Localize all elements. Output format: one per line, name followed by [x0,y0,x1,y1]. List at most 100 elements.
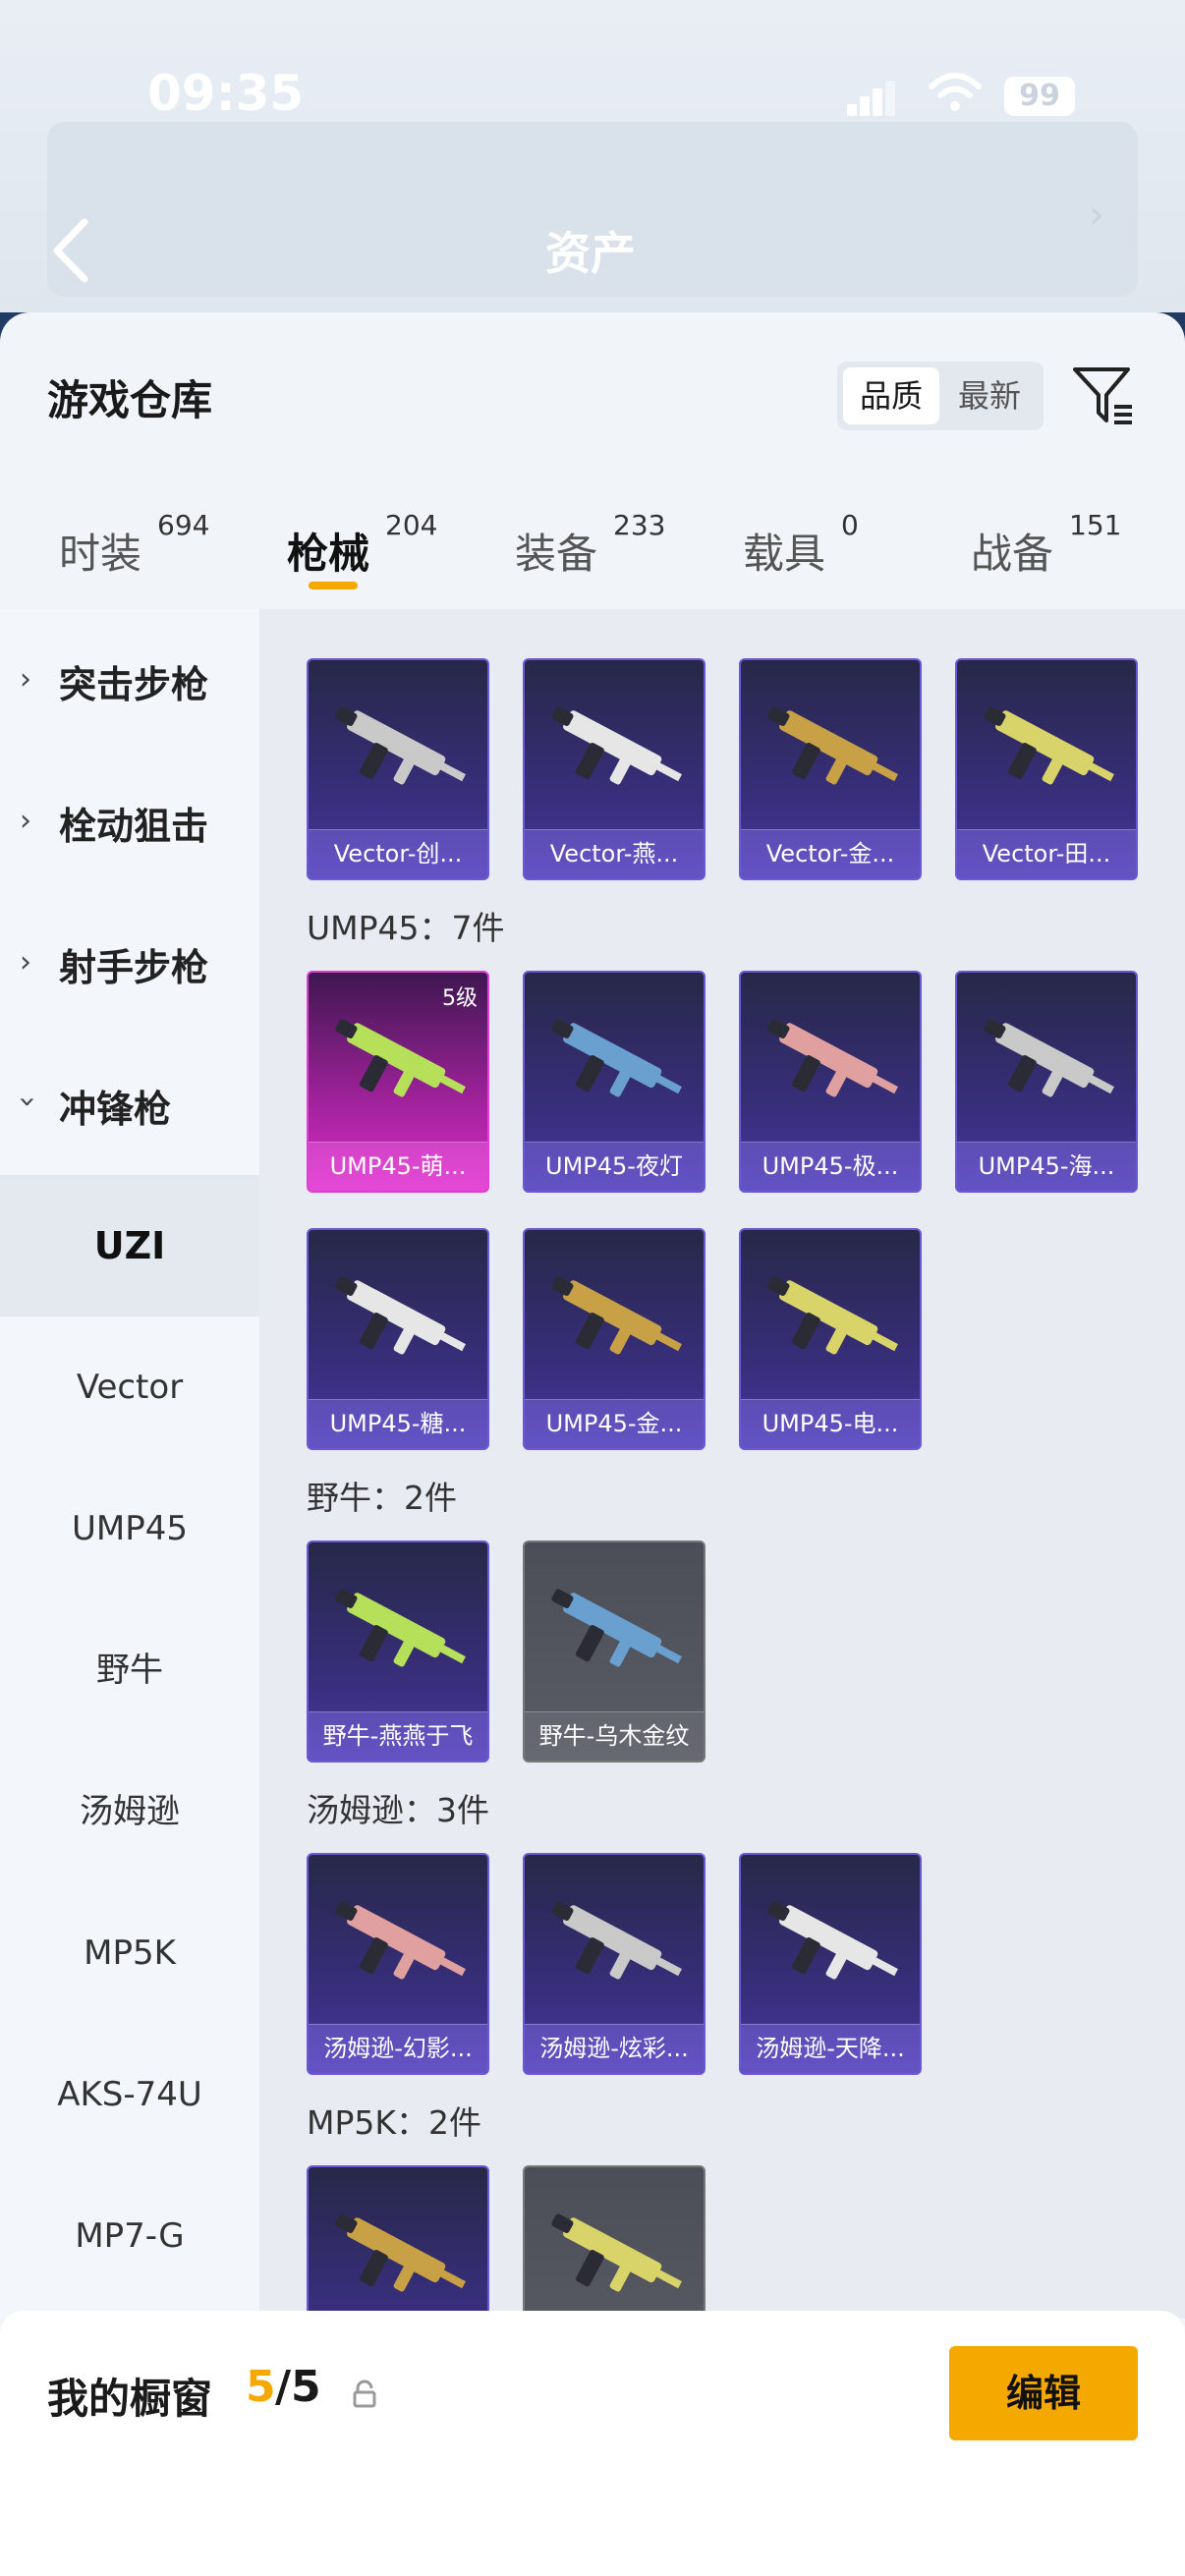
weapon-card[interactable]: 野牛-乌木金纹 [523,1540,705,1763]
sort-toggle: 品质 最新 [837,362,1044,430]
weapon-image [551,1901,682,1980]
weapon-name: UMP45-夜灯 [525,1142,704,1191]
weapon-card[interactable]: UMP45-金... [523,1228,705,1450]
top-header: 09:35 99 资产 › [0,0,1185,312]
tab-count: 0 [841,509,859,541]
weapon-card[interactable] [307,2165,489,2319]
sidebar-item-marksman-rifle[interactable]: › 射手步枪 [0,892,259,1034]
weapon-name: 汤姆逊-炫彩... [525,2024,704,2073]
sidebar-item-assault-rifle[interactable]: › 突击步枪 [0,609,259,751]
weapon-name: 野牛-燕燕于飞 [309,1711,487,1761]
weapon-name: Vector-创... [309,829,487,878]
weapon-name: UMP45-萌... [309,1142,487,1191]
showcase-current-count: 5 [246,2362,276,2412]
tab-count: 233 [613,509,666,541]
signal-icon [847,81,896,116]
sidebar-item-smg[interactable]: › 冲锋枪 [0,1034,259,1175]
weapon-name: UMP45-金... [525,1399,704,1448]
sidebar-item-label: 栓动狙击 [59,805,209,848]
wifi-icon [929,73,982,111]
chevron-down-icon: › [10,1095,45,1108]
sidebar-subitem-ump45[interactable]: UMP45 [0,1458,259,1599]
filter-icon[interactable] [1071,364,1136,428]
weapon-name: Vector-燕... [525,829,704,878]
weapon-card[interactable]: UMP45-夜灯 [523,971,705,1193]
sort-quality-button[interactable]: 品质 [843,367,939,424]
weapon-type-sidebar: › 突击步枪 › 栓动狙击 › 射手步枪 › 冲锋枪 UZI Vector UM… [0,609,259,2319]
tab-label: 装备 [515,530,598,578]
status-bar: 09:35 99 [0,59,1185,138]
weapon-card[interactable]: 汤姆逊-幻影... [307,1853,489,2075]
weapon-card[interactable]: Vector-创... [307,658,489,880]
weapon-image [984,1019,1114,1097]
sidebar-subitem-mp5k[interactable]: MP5K [0,1882,259,2024]
weapon-name: UMP45-糖... [309,1399,487,1448]
weapon-image [335,706,466,785]
weapon-image [551,2213,682,2292]
chevron-right-icon: › [20,804,31,838]
weapon-name: 汤姆逊-幻影... [309,2024,487,2073]
weapon-card[interactable]: Vector-田... [955,658,1138,880]
sidebar-subitem-aks74u[interactable]: AKS-74U [0,2024,259,2165]
weapon-card[interactable]: 汤姆逊-天降... [739,1853,922,2075]
showcase-total-count: 5 [291,2362,321,2412]
tab-label: 战备 [971,530,1054,578]
tab-label: 枪械 [287,530,370,578]
weapon-name: Vector-田... [957,829,1136,878]
tab-count: 694 [157,509,210,541]
weapon-card[interactable]: UMP45-极... [739,971,922,1193]
sidebar-subitem-vector[interactable]: Vector [0,1316,259,1458]
weapon-name: UMP45-极... [741,1142,920,1191]
showcase-bar: 我的橱窗 5 / 5 编辑 [0,2311,1185,2576]
back-arrow-icon[interactable] [47,216,94,285]
sidebar-item-label: 突击步枪 [59,663,209,706]
section-title: 野牛：2件 [307,1479,457,1517]
weapon-card[interactable] [523,2165,705,2319]
showcase-separator: / [275,2362,292,2412]
sidebar-item-label: 射手步枪 [59,946,209,989]
chevron-right-icon: › [20,662,31,697]
weapon-image [335,1276,466,1355]
page-title: 资产 [545,227,636,280]
chevron-right-icon: › [1089,193,1104,238]
tab-label: 载具 [743,530,826,578]
tab-count: 151 [1069,509,1122,541]
edit-button[interactable]: 编辑 [949,2346,1138,2440]
status-time: 09:35 [147,65,305,122]
sidebar-subitem-uzi[interactable]: UZI [0,1175,259,1316]
weapon-image [335,2213,466,2292]
weapon-image [551,1019,682,1097]
sidebar-item-label: 冲锋枪 [59,1088,172,1131]
weapon-grid: Vector-创... Vector-燕... Vector-金... Vect… [259,609,1185,2319]
weapon-image [551,1276,682,1355]
weapon-card[interactable]: 汤姆逊-炫彩... [523,1853,705,2075]
weapon-card[interactable]: UMP45-电... [739,1228,922,1450]
weapon-card[interactable]: 5级 UMP45-萌... [307,971,489,1193]
tab-count: 204 [385,509,438,541]
weapon-card[interactable]: Vector-金... [739,658,922,880]
weapon-image [335,1589,466,1667]
weapon-name: UMP45-电... [741,1399,920,1448]
sidebar-subitem-bison[interactable]: 野牛 [0,1599,259,1741]
category-tabs: 时装 694 枪械 204 装备 233 载具 0 战备 151 [0,501,1185,609]
section-title: UMP45：7件 [307,909,505,947]
weapon-card[interactable]: Vector-燕... [523,658,705,880]
sidebar-subitem-mp7g[interactable]: MP7-G [0,2165,259,2307]
weapon-card[interactable]: UMP45-海... [955,971,1138,1193]
weapon-card[interactable]: UMP45-糖... [307,1228,489,1450]
sidebar-subitem-thompson[interactable]: 汤姆逊 [0,1741,259,1882]
weapon-image [767,1276,898,1355]
warehouse-card: 游戏仓库 品质 最新 时装 694 枪械 204 装备 233 载具 0 战备 … [0,312,1185,2576]
sort-latest-button[interactable]: 最新 [941,367,1038,424]
weapon-image [767,1019,898,1097]
weapon-name: 汤姆逊-天降... [741,2024,920,2073]
sidebar-item-bolt-sniper[interactable]: › 栓动狙击 [0,751,259,892]
battery-indicator: 99 [1004,77,1075,116]
weapon-card[interactable]: 野牛-燕燕于飞 [307,1540,489,1763]
lock-icon[interactable] [350,2380,379,2409]
weapon-image [551,706,682,785]
showcase-label: 我的橱窗 [47,2375,213,2423]
weapon-name: 野牛-乌木金纹 [525,1711,704,1761]
section-title: 汤姆逊：3件 [307,1791,489,1829]
weapon-name: Vector-金... [741,829,920,878]
